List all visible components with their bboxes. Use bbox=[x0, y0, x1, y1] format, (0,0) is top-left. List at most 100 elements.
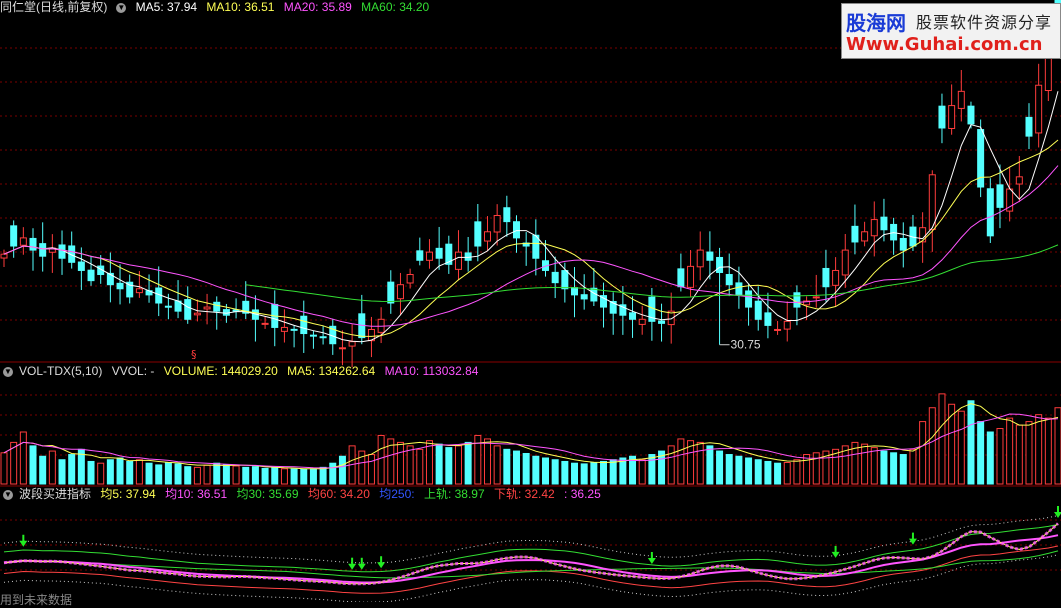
volume-bar bbox=[696, 441, 704, 485]
volume-bar bbox=[909, 448, 917, 485]
wave-panel-header: ▼ 波段买进指标 均5: 37.94 均10: 36.51 均30: 35.69 … bbox=[0, 487, 607, 501]
candle-body bbox=[928, 174, 936, 230]
candle-body bbox=[1015, 176, 1023, 185]
stock-chart[interactable]: 30.75 § bbox=[0, 0, 1061, 602]
candle-body bbox=[551, 271, 559, 284]
volume-bar bbox=[1025, 421, 1033, 485]
volume-bar bbox=[764, 460, 772, 485]
price-ma10: MA10: 36.51 bbox=[206, 0, 275, 14]
volume-bar bbox=[251, 466, 259, 485]
volume-bar bbox=[174, 463, 182, 485]
volume-bar bbox=[542, 457, 550, 485]
volume-bar bbox=[145, 462, 153, 485]
price-ma20: MA20: 35.89 bbox=[283, 0, 352, 14]
volume-bar bbox=[648, 454, 656, 485]
candle-body bbox=[87, 269, 95, 282]
wave-j5: 均5: 37.94 bbox=[100, 487, 156, 501]
volume-bar bbox=[97, 462, 105, 485]
wave-lower: 下轨: 32.42 bbox=[494, 487, 555, 501]
volume-bar bbox=[754, 459, 762, 485]
candle-body bbox=[841, 249, 849, 276]
candle-body bbox=[580, 294, 588, 300]
price-ma60: MA60: 34.20 bbox=[361, 0, 430, 14]
volume-bar bbox=[735, 455, 743, 485]
candle-body bbox=[1035, 84, 1043, 134]
logo-brand: 股海网 bbox=[846, 11, 906, 35]
candle-body bbox=[870, 219, 878, 237]
candle-body bbox=[39, 243, 47, 257]
volume-bar bbox=[1035, 414, 1043, 485]
candle-body bbox=[629, 312, 637, 320]
volume-panel-title: VOL-TDX(5,10) bbox=[19, 364, 103, 378]
volume-bar bbox=[261, 467, 269, 485]
wave-j30: 均30: 35.69 bbox=[236, 487, 299, 501]
candle-body bbox=[851, 225, 859, 243]
volume-bar bbox=[812, 452, 820, 485]
candle-body bbox=[967, 105, 975, 125]
candle-body bbox=[899, 237, 907, 251]
candle-body bbox=[754, 300, 762, 320]
volume-bar bbox=[309, 468, 317, 485]
j30-line bbox=[3, 550, 1059, 579]
volume-bar bbox=[1006, 417, 1014, 485]
volume-bar bbox=[300, 468, 308, 485]
volume-bar bbox=[435, 443, 443, 485]
candle-body bbox=[435, 247, 443, 259]
wave-j60: 均60: 34.20 bbox=[307, 487, 370, 501]
volume-bar bbox=[590, 462, 598, 485]
candle-body bbox=[483, 231, 491, 242]
candle-body bbox=[474, 221, 482, 247]
volume-bar bbox=[338, 455, 346, 485]
volume-value: VOLUME: 144029.20 bbox=[163, 364, 278, 378]
candle-body bbox=[716, 256, 724, 273]
panel-menu-icon[interactable]: ▼ bbox=[3, 489, 13, 500]
volume-bar bbox=[986, 431, 994, 485]
candle-body bbox=[1025, 116, 1033, 137]
candle-body bbox=[464, 252, 472, 261]
volume-bar bbox=[193, 466, 201, 485]
wave-j10: 均10: 36.51 bbox=[165, 487, 228, 501]
candle-body bbox=[880, 216, 888, 231]
wave-mid: : 36.25 bbox=[564, 487, 601, 501]
candle-body bbox=[812, 296, 820, 299]
volume-bar bbox=[977, 421, 985, 485]
signal-marker: § bbox=[191, 348, 197, 361]
volume-bar bbox=[957, 410, 965, 485]
volume-bar bbox=[164, 462, 172, 485]
volume-bar bbox=[667, 445, 675, 485]
candle-body bbox=[425, 251, 433, 261]
logo-slogan: 股票软件资源分享 bbox=[916, 13, 1053, 32]
volume-bar bbox=[464, 441, 472, 485]
volume-bar bbox=[19, 431, 27, 485]
j5-highlight-line bbox=[3, 522, 1059, 586]
volume-bar bbox=[571, 462, 579, 485]
candle-body bbox=[290, 328, 298, 331]
candle-body bbox=[919, 227, 927, 243]
candle-body bbox=[774, 328, 782, 331]
volume-bar bbox=[445, 447, 453, 485]
candle-body bbox=[213, 301, 221, 312]
volume-bar bbox=[454, 445, 462, 485]
volume-bar bbox=[580, 463, 588, 485]
volume-bar bbox=[367, 454, 375, 485]
panel-menu-icon[interactable]: ▼ bbox=[3, 366, 13, 377]
panel-menu-icon[interactable]: ▼ bbox=[116, 2, 127, 13]
volume-bar bbox=[522, 452, 530, 485]
volume-bar bbox=[213, 462, 221, 485]
volume-bar bbox=[861, 443, 869, 485]
candle-body bbox=[512, 221, 520, 239]
volume-bar bbox=[135, 459, 143, 485]
volume-bar bbox=[58, 459, 66, 485]
volume-bar bbox=[880, 450, 888, 485]
candle-body bbox=[10, 225, 18, 247]
candle-body bbox=[861, 231, 869, 242]
candle-body bbox=[184, 299, 192, 320]
volume-bar bbox=[745, 457, 753, 485]
volume-bar bbox=[232, 465, 240, 485]
buy-arrow-icon bbox=[19, 540, 28, 547]
buy-arrow-icon bbox=[377, 562, 386, 569]
price-ma5: MA5: 37.94 bbox=[135, 0, 198, 14]
volume-bar bbox=[803, 454, 811, 485]
volume-vvol: VVOL: - bbox=[111, 364, 155, 378]
candle-body bbox=[793, 292, 801, 308]
